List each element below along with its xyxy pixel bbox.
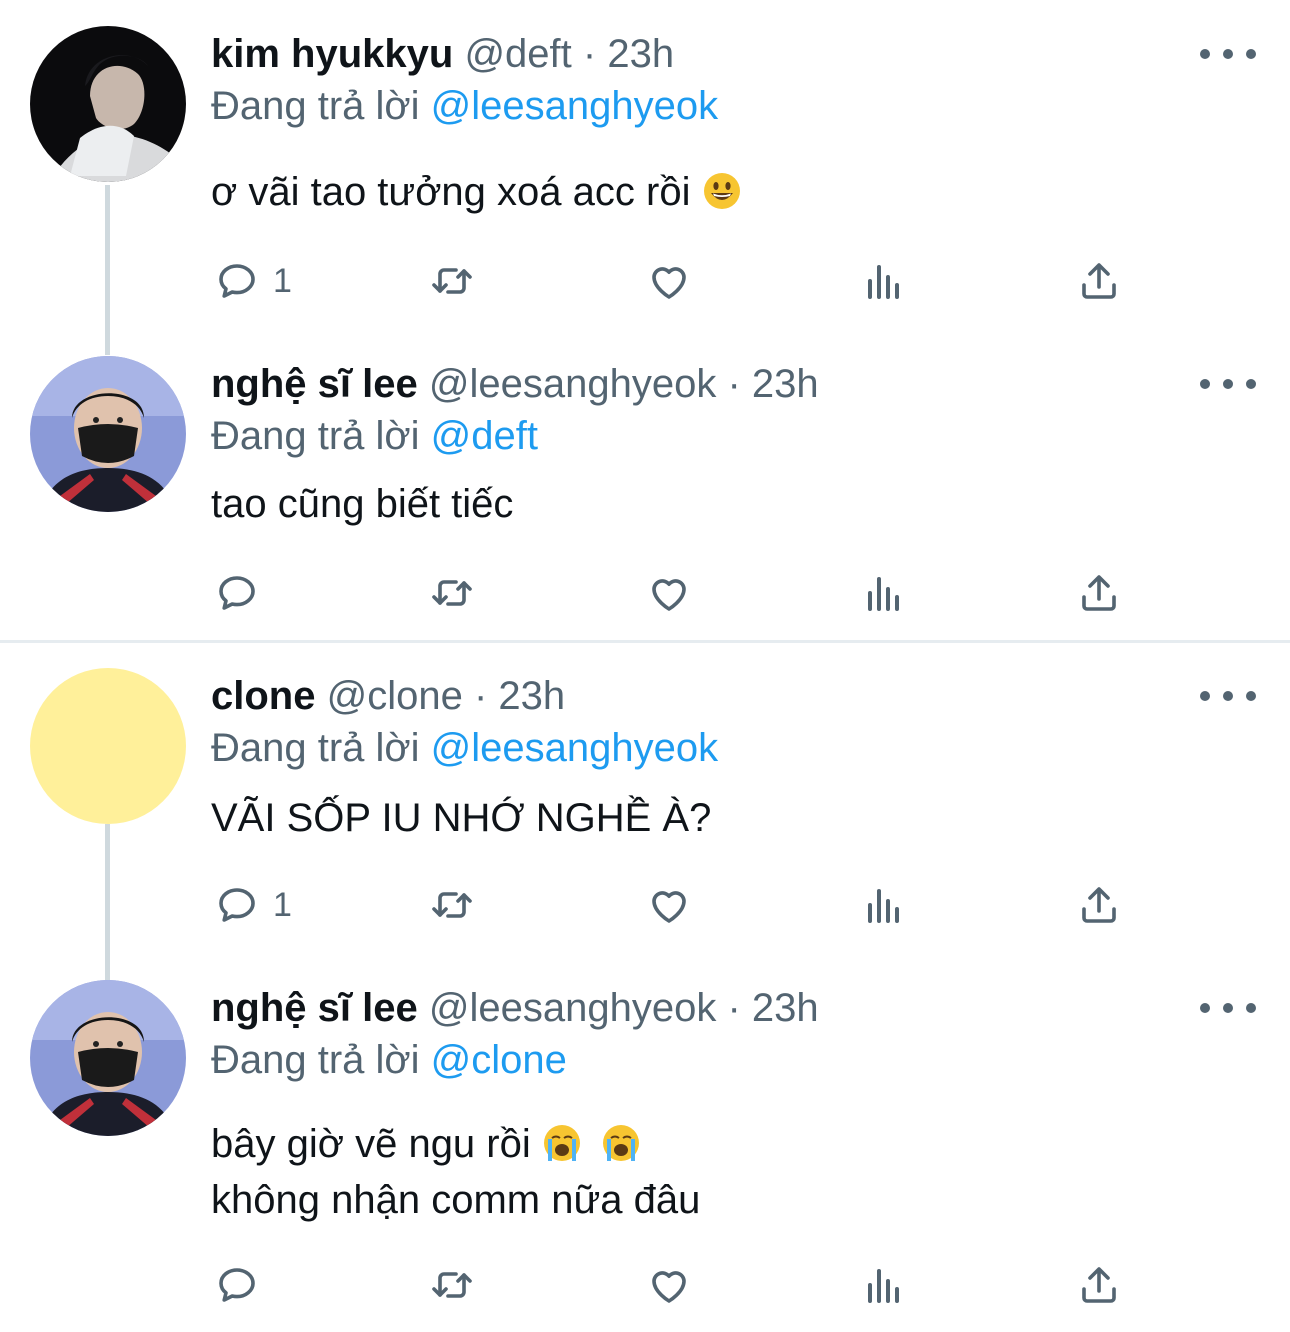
share-icon <box>1075 569 1123 617</box>
handle[interactable]: @leesanghyeok <box>429 986 716 1030</box>
views-button[interactable] <box>860 870 908 940</box>
replying-prefix: Đang trả lời <box>211 414 420 458</box>
retweet-button[interactable] <box>428 1250 476 1320</box>
display-name[interactable]: nghệ sĩ lee <box>211 986 418 1030</box>
timestamp[interactable]: 23h <box>607 32 674 76</box>
reply-icon <box>213 881 261 929</box>
mention-link[interactable]: @clone <box>431 1038 567 1082</box>
tweet-text: tao cũng biết tiếc <box>211 476 513 532</box>
tweet-actions <box>0 558 1290 628</box>
like-button[interactable] <box>645 558 693 628</box>
reply-button[interactable] <box>213 558 273 628</box>
retweet-icon <box>428 1261 476 1309</box>
avatar[interactable] <box>30 356 186 512</box>
more-icon[interactable] <box>1200 676 1256 716</box>
separator: · <box>473 674 488 718</box>
views-icon <box>860 1261 908 1309</box>
timestamp[interactable]: 23h <box>498 674 565 718</box>
tweet-actions: 1 <box>0 870 1290 940</box>
handle[interactable]: @deft <box>464 32 571 76</box>
reply-count: 1 <box>273 261 292 300</box>
display-name[interactable]: kim hyukkyu <box>211 32 453 76</box>
replying-prefix: Đang trả lời <box>211 726 420 770</box>
display-name[interactable]: clone <box>211 674 315 718</box>
like-icon <box>645 881 693 929</box>
share-button[interactable] <box>1075 246 1123 316</box>
tweet-line: tao cũng biết tiếc <box>211 482 514 526</box>
tweet-line: không nhận comm nữa đâu <box>211 1178 701 1222</box>
like-button[interactable] <box>645 870 693 940</box>
views-button[interactable] <box>860 1250 908 1320</box>
display-name[interactable]: nghệ sĩ lee <box>211 362 418 406</box>
timestamp[interactable]: 23h <box>752 986 819 1030</box>
share-icon <box>1075 257 1123 305</box>
more-icon[interactable] <box>1200 988 1256 1028</box>
like-icon <box>645 1261 693 1309</box>
retweet-button[interactable] <box>428 246 476 316</box>
replying-prefix: Đang trả lời <box>211 1038 420 1082</box>
replying-to: Đang trả lời @clone <box>211 1032 567 1088</box>
views-icon <box>860 257 908 305</box>
grinning-face-icon <box>703 173 740 209</box>
reply-icon <box>213 1261 261 1309</box>
reply-icon <box>213 257 261 305</box>
views-button[interactable] <box>860 558 908 628</box>
replying-to: Đang trả lời @leesanghyeok <box>211 78 718 134</box>
loudly-crying-face-icon <box>603 1125 639 1161</box>
share-icon <box>1075 881 1123 929</box>
avatar[interactable] <box>30 26 186 182</box>
like-button[interactable] <box>645 1250 693 1320</box>
tweet-header: nghệ sĩ lee @leesanghyeok · 23h <box>211 354 819 414</box>
thread-divider <box>0 640 1290 643</box>
reply-icon <box>213 569 261 617</box>
retweet-icon <box>428 569 476 617</box>
tweet-header: nghệ sĩ lee @leesanghyeok · 23h <box>211 978 819 1038</box>
replying-prefix: Đang trả lời <box>211 84 420 128</box>
mention-link[interactable]: @deft <box>431 414 538 458</box>
reply-button[interactable]: 1 <box>213 246 292 316</box>
reply-button[interactable] <box>213 1250 273 1320</box>
avatar[interactable] <box>30 668 186 824</box>
retweet-button[interactable] <box>428 870 476 940</box>
more-icon[interactable] <box>1200 364 1256 404</box>
replying-to: Đang trả lời @deft <box>211 408 538 464</box>
tweet-header: kim hyukkyu @deft · 23h <box>211 24 674 84</box>
retweet-icon <box>428 881 476 929</box>
tweet-header: clone @clone · 23h <box>211 666 565 726</box>
tweet-text: VÃI SỐP IU NHỚ NGHỀ À? <box>211 790 711 846</box>
tweet-line: ơ vãi tao tưởng xoá acc rồi <box>211 170 691 214</box>
tweet-text: ơ vãi tao tưởng xoá acc rồi <box>211 164 742 220</box>
like-icon <box>645 569 693 617</box>
views-icon <box>860 569 908 617</box>
separator: · <box>582 32 597 76</box>
tweet-actions <box>0 1250 1290 1320</box>
retweet-button[interactable] <box>428 558 476 628</box>
reply-button[interactable]: 1 <box>213 870 292 940</box>
tweet-actions: 1 <box>0 246 1290 316</box>
tweet-text: bây giờ vẽ ngu rồi không nhận comm nữa đ… <box>211 1116 700 1228</box>
replying-to: Đang trả lời @leesanghyeok <box>211 720 718 776</box>
views-icon <box>860 881 908 929</box>
handle[interactable]: @clone <box>327 674 463 718</box>
share-button[interactable] <box>1075 558 1123 628</box>
retweet-icon <box>428 257 476 305</box>
tweet-line: VÃI SỐP IU NHỚ NGHỀ À? <box>211 796 712 840</box>
reply-count: 1 <box>273 885 292 924</box>
handle[interactable]: @leesanghyeok <box>429 362 716 406</box>
loudly-crying-face-icon <box>543 1125 580 1161</box>
views-button[interactable] <box>860 246 908 316</box>
tweet-line: bây giờ vẽ ngu rồi <box>211 1122 531 1166</box>
more-icon[interactable] <box>1200 34 1256 74</box>
share-icon <box>1075 1261 1123 1309</box>
mention-link[interactable]: @leesanghyeok <box>431 726 718 770</box>
timestamp[interactable]: 23h <box>752 362 819 406</box>
like-button[interactable] <box>645 246 693 316</box>
like-icon <box>645 257 693 305</box>
mention-link[interactable]: @leesanghyeok <box>431 84 718 128</box>
separator: · <box>727 362 741 406</box>
separator: · <box>727 986 741 1030</box>
avatar[interactable] <box>30 980 186 1136</box>
share-button[interactable] <box>1075 870 1123 940</box>
share-button[interactable] <box>1075 1250 1123 1320</box>
